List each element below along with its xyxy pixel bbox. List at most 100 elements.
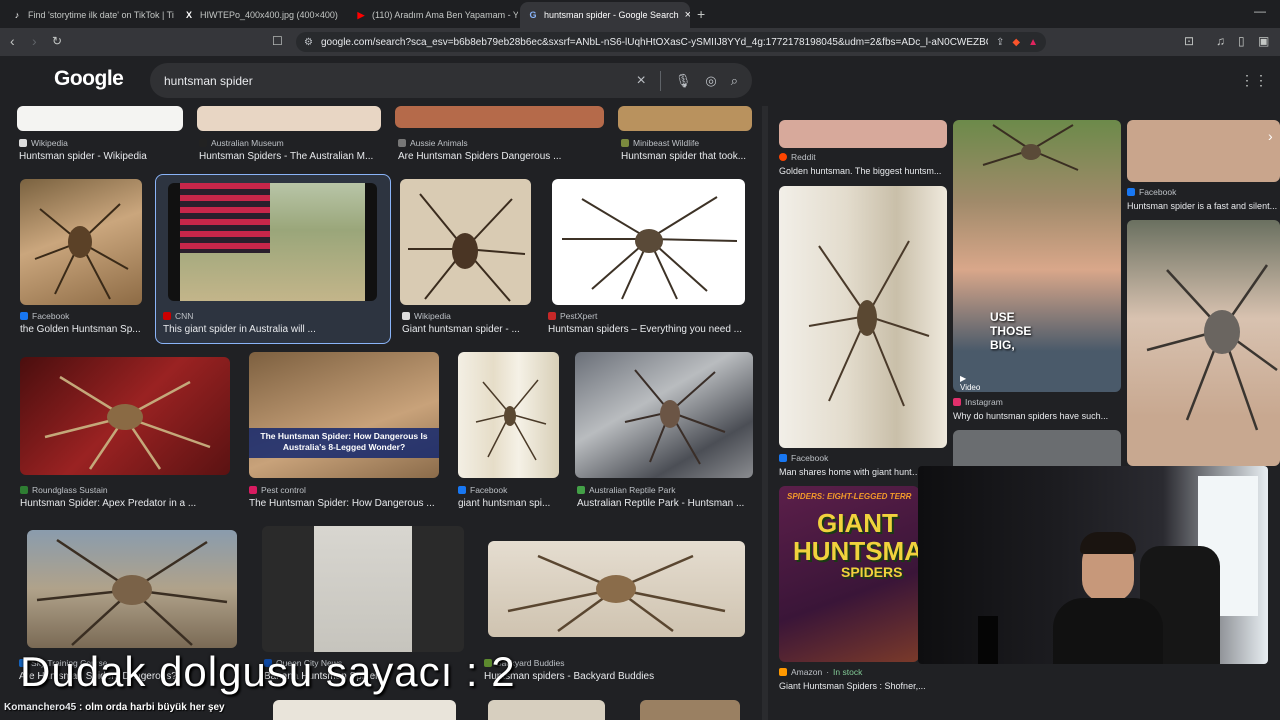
bookmark-icon[interactable]: ☐ (272, 34, 283, 48)
play-icon: ▶ (960, 374, 967, 383)
search-input[interactable] (164, 73, 623, 88)
result-image[interactable] (20, 357, 230, 475)
result-image-partial[interactable] (953, 430, 1121, 466)
facebook-icon (779, 454, 787, 462)
poster-title-line3: SPIDERS (841, 564, 903, 580)
result-image[interactable] (262, 526, 464, 652)
video-badge-label: Video (960, 383, 981, 392)
result-title[interactable]: Why do huntsman spiders have such... (953, 411, 1123, 421)
poster-top-text: SPIDERS: EIGHT-LEGGED TERR (787, 492, 912, 501)
source-label: Wikipedia (414, 311, 451, 321)
apps-grid-icon[interactable]: ⋮⋮ (1240, 72, 1268, 89)
tab-x[interactable]: X HIWTEPo_400x400.jpg (400×400) (176, 4, 346, 26)
wikipedia-icon (19, 139, 27, 147)
new-tab-button[interactable]: + (697, 6, 705, 22)
spider-illustration (982, 124, 1079, 171)
forward-icon[interactable]: › (32, 33, 37, 49)
tab-google-search[interactable]: G huntsman spider - Google Search × (520, 2, 690, 28)
result-image-partial[interactable] (273, 700, 456, 720)
result-image-partial[interactable] (640, 700, 740, 720)
result-image[interactable] (779, 120, 947, 148)
spider-illustration (1146, 264, 1278, 431)
result-title[interactable]: Huntsman Spider: Apex Predator in a ... (20, 498, 240, 509)
result-title[interactable]: Huntsman Spiders - The Australian M... (199, 151, 383, 162)
google-icon: G (529, 10, 537, 20)
result-image[interactable] (953, 120, 1121, 392)
result-title[interactable]: Giant Huntsman Spiders : Shofner,... (779, 681, 939, 691)
result-image[interactable]: The Huntsman Spider: How Dangerous Is Au… (249, 352, 439, 478)
rewards-icon[interactable]: ▲ (1028, 37, 1038, 48)
result-image[interactable] (168, 183, 377, 301)
facebook-icon (1127, 188, 1135, 196)
source-label: Roundglass Sustain (32, 485, 108, 495)
result-image[interactable] (17, 106, 183, 131)
result-title[interactable]: Australian Reptile Park - Huntsman ... (577, 498, 757, 509)
result-title[interactable]: Golden huntsman. The biggest huntsm... (779, 166, 949, 176)
result-image[interactable] (27, 530, 237, 648)
result-image[interactable] (395, 106, 604, 128)
sidebar-icon[interactable]: ▯ (1238, 34, 1245, 48)
close-icon[interactable]: × (685, 9, 690, 21)
result-title[interactable]: Huntsman spiders – Everything you need .… (548, 324, 753, 335)
result-title[interactable]: Are Huntsman Spiders Dangerous ... (398, 151, 598, 162)
chat-message: Komanchero45 : olm orda harbi büyük her … (4, 702, 225, 713)
spider-illustration (408, 193, 526, 302)
result-title[interactable]: Huntsman spider is a fast and silent... (1127, 201, 1280, 211)
search-box[interactable]: × 🎙 ◎ ⌕ (150, 63, 752, 98)
result-title[interactable]: Huntsman spider that took... (621, 151, 756, 162)
tab-tiktok[interactable]: ♪ Find 'storytime ilk date' on TikTok | … (4, 4, 174, 26)
result-image[interactable] (575, 352, 753, 478)
result-image[interactable] (552, 179, 745, 305)
google-logo[interactable]: Google (54, 67, 124, 91)
result-image[interactable]: SPIDERS: EIGHT-LEGGED TERR GIANT HUNTSMA… (779, 486, 919, 662)
source-label: Facebook (32, 311, 70, 321)
minibeast-icon (621, 139, 629, 147)
result-image[interactable] (618, 106, 752, 131)
media-icon[interactable]: ♫ (1216, 34, 1225, 48)
result-title[interactable]: giant huntsman spi... (458, 498, 558, 509)
image-overlay-text: The Huntsman Spider: How Dangerous Is Au… (249, 428, 439, 458)
lens-icon[interactable]: ◎ (705, 73, 716, 89)
minimize-icon[interactable]: — (1254, 4, 1266, 18)
microphone-stand (978, 616, 998, 664)
result-image[interactable] (1127, 120, 1280, 182)
result-title[interactable]: Huntsman spiders - Backyard Buddies (484, 671, 724, 682)
result-image-partial[interactable] (488, 700, 605, 720)
search-icon[interactable]: ⌕ (731, 73, 738, 89)
result-image[interactable] (400, 179, 531, 305)
result-title[interactable]: Giant huntsman spider - ... (402, 324, 537, 335)
result-title[interactable]: Huntsman spider - Wikipedia (19, 151, 189, 162)
result-title[interactable]: the Golden Huntsman Sp... (20, 324, 150, 335)
result-image[interactable] (20, 179, 142, 305)
result-image[interactable] (458, 352, 559, 478)
spider-illustration (44, 375, 211, 470)
tiktok-icon: ♪ (14, 10, 20, 20)
microphone-icon[interactable]: 🎙 (675, 73, 692, 89)
spider-illustration (36, 538, 228, 646)
roundglass-icon (20, 486, 28, 494)
scrollbar[interactable] (762, 106, 768, 720)
address-bar[interactable]: ⚙ google.com/search?sca_esv=b6b8eb79eb28… (296, 32, 1046, 52)
tab-youtube[interactable]: ▶ (110) Aradım Ama Ben Yapamam - Yo (348, 4, 518, 26)
brave-shield-icon[interactable]: ◆ (1012, 37, 1020, 48)
site-info-icon[interactable]: ⚙ (304, 37, 313, 48)
chat-username: Komanchero45 (4, 702, 77, 713)
source-label: Pest control (261, 485, 306, 495)
result-source: PestXpert (548, 311, 597, 321)
wallet-icon[interactable]: ▣ (1258, 34, 1269, 48)
result-image[interactable] (197, 106, 381, 131)
youtube-icon: ▶ (357, 9, 365, 20)
result-image[interactable] (1127, 220, 1280, 466)
screenshot-icon[interactable]: ⊡ (1184, 34, 1194, 48)
back-icon[interactable]: ‹ (10, 33, 15, 49)
clear-icon[interactable]: × (637, 72, 646, 90)
result-source: Australian Museum (199, 138, 284, 148)
result-title[interactable]: This giant spider in Australia will ... (163, 324, 383, 335)
share-icon[interactable]: ⇪ (996, 37, 1004, 48)
result-title[interactable]: The Huntsman Spider: How Dangerous ... (249, 498, 444, 509)
result-image[interactable] (779, 186, 947, 448)
result-image[interactable] (488, 541, 745, 637)
reload-icon[interactable]: ↻ (52, 34, 62, 48)
chevron-right-icon[interactable]: › (1268, 128, 1273, 144)
result-title[interactable]: Man shares home with giant huntsm... (779, 467, 924, 477)
